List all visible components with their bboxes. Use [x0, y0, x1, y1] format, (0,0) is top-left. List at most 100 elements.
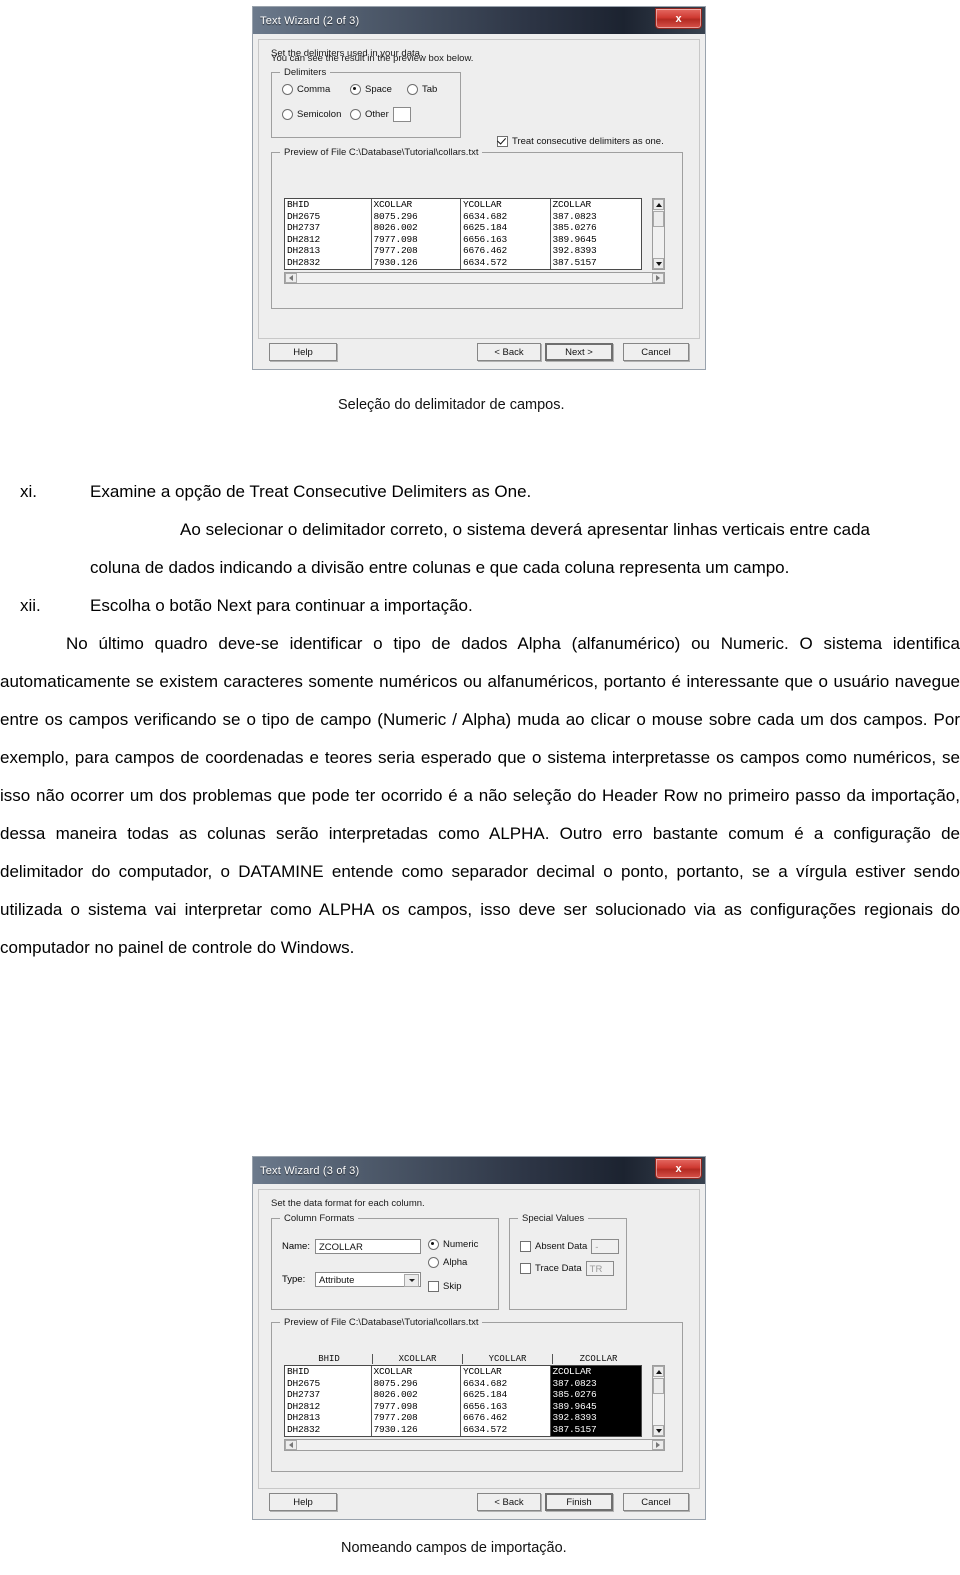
- scroll-down-icon[interactable]: [653, 1425, 664, 1436]
- back-button[interactable]: < Back: [477, 1493, 541, 1511]
- cancel-button[interactable]: Cancel: [623, 1493, 689, 1511]
- delimiters-group-label: Delimiters: [280, 67, 331, 78]
- grid-cell: 387.5157: [552, 256, 597, 268]
- checkbox-absent-data-icon[interactable]: [520, 1241, 531, 1252]
- grid-col-ycollar[interactable]: YCOLLAR 6634.682 6625.184 6656.163 6676.…: [460, 199, 550, 269]
- radio-other[interactable]: Other: [350, 107, 411, 122]
- column-header-zcollar[interactable]: ZCOLLAR: [552, 1354, 644, 1364]
- horizontal-scrollbar-track[interactable]: [284, 1439, 665, 1451]
- chevron-down-icon[interactable]: [404, 1274, 419, 1287]
- special-values-group-label: Special Values: [518, 1213, 589, 1224]
- grid-header-cell: ZCOLLAR: [552, 1366, 592, 1377]
- treat-consecutive-delimiters-checkbox[interactable]: Treat consecutive delimiters as one.: [497, 136, 664, 147]
- paragraph-final: No último quadro deve-se identificar o t…: [0, 634, 960, 957]
- column-type-select[interactable]: Attribute: [315, 1272, 421, 1287]
- radio-alpha-label: Alpha: [443, 1257, 468, 1268]
- grid-col-bhid[interactable]: BHID DH2675 DH2737 DH2812 DH2813 DH2832: [285, 1366, 371, 1436]
- text-wizard-3-of-3-dialog[interactable]: Text Wizard (3 of 3) x Set the data form…: [252, 1156, 706, 1520]
- grid-col-ycollar[interactable]: YCOLLAR 6634.682 6625.184 6656.163 6676.…: [460, 1366, 550, 1436]
- scroll-up-icon[interactable]: [653, 1366, 664, 1377]
- preview-horizontal-scrollbar-2[interactable]: [284, 1439, 665, 1451]
- preview-group-2: Preview of File C:\Database\Tutorial\col…: [271, 1317, 683, 1472]
- help-button[interactable]: Help: [269, 1493, 337, 1511]
- column-name-input[interactable]: ZCOLLAR: [315, 1239, 421, 1254]
- back-button[interactable]: < Back: [477, 343, 541, 361]
- help-button[interactable]: Help: [269, 343, 337, 361]
- column-header-bhid[interactable]: BHID: [286, 1354, 372, 1364]
- dialog2-body: Set the data format for each column. Col…: [253, 1184, 705, 1519]
- dialog1-title: Text Wizard (2 of 3): [260, 14, 360, 27]
- horizontal-scrollbar-track[interactable]: [284, 272, 665, 284]
- grid-col-zcollar-selected[interactable]: ZCOLLAR 387.0823 385.0276 389.9645 392.8…: [549, 1366, 641, 1436]
- scroll-left-icon[interactable]: [285, 273, 297, 283]
- radio-comma-icon[interactable]: [282, 84, 293, 95]
- radio-space[interactable]: Space: [350, 84, 407, 95]
- checkbox-trace-data-icon[interactable]: [520, 1263, 531, 1274]
- absent-data-input[interactable]: -: [591, 1239, 620, 1254]
- other-delimiter-input[interactable]: [392, 107, 411, 122]
- scroll-down-icon[interactable]: [653, 258, 664, 269]
- preview-horizontal-scrollbar-1[interactable]: [284, 272, 665, 284]
- grid-header-cell: YCOLLAR: [463, 1366, 502, 1377]
- grid-header-cell: XCOLLAR: [373, 199, 413, 210]
- dialog2-title: Text Wizard (3 of 3): [260, 1164, 360, 1177]
- preview-grid-2[interactable]: BHID XCOLLAR YCOLLAR ZCOLLAR BHID DH2675…: [284, 1354, 672, 1451]
- close-icon[interactable]: x: [655, 1158, 702, 1179]
- grid-cell: 8026.002: [373, 222, 418, 234]
- preview-column-header-row[interactable]: BHID XCOLLAR YCOLLAR ZCOLLAR: [284, 1354, 644, 1364]
- radio-alpha[interactable]: Alpha: [428, 1257, 467, 1268]
- close-icon[interactable]: x: [655, 8, 702, 29]
- scrollbar-thumb[interactable]: [653, 211, 664, 227]
- grid-col-zcollar[interactable]: ZCOLLAR 387.0823 385.0276 389.9645 392.8…: [549, 199, 641, 269]
- scrollbar-thumb[interactable]: [653, 1378, 664, 1394]
- radio-semicolon[interactable]: Semicolon: [282, 109, 350, 120]
- radio-alpha-icon[interactable]: [428, 1257, 439, 1268]
- text-wizard-2-of-3-dialog[interactable]: Text Wizard (2 of 3) x Set the delimiter…: [252, 6, 706, 370]
- radio-space-icon[interactable]: [350, 84, 361, 95]
- scroll-up-icon[interactable]: [653, 199, 664, 210]
- cancel-button[interactable]: Cancel: [623, 343, 689, 361]
- preview-vertical-scrollbar-1[interactable]: [652, 198, 665, 270]
- special-values-group: Special Values Absent Data - Trace Data: [509, 1213, 627, 1310]
- scroll-right-icon[interactable]: [652, 1440, 664, 1450]
- grid-cell: 385.0276: [552, 1389, 597, 1401]
- column-header-ycollar[interactable]: YCOLLAR: [462, 1354, 552, 1364]
- list-text-xi: Examine a opção de Treat Consecutive Del…: [90, 482, 532, 501]
- finish-button[interactable]: Finish: [545, 1493, 613, 1511]
- name-label: Name:: [282, 1241, 310, 1252]
- checkbox-skip[interactable]: Skip: [428, 1281, 461, 1292]
- radio-numeric[interactable]: Numeric: [428, 1239, 478, 1250]
- checkbox-icon[interactable]: [497, 136, 508, 147]
- grid-col-xcollar[interactable]: XCOLLAR 8075.296 8026.002 7977.098 7977.…: [370, 199, 461, 269]
- radio-semicolon-icon[interactable]: [282, 109, 293, 120]
- radio-tab[interactable]: Tab: [407, 84, 437, 95]
- radio-numeric-icon[interactable]: [428, 1239, 439, 1250]
- radio-tab-icon[interactable]: [407, 84, 418, 95]
- dialog1-titlebar[interactable]: Text Wizard (2 of 3) x: [253, 7, 705, 35]
- dialog2-inner-panel: Set the data format for each column. Col…: [258, 1189, 700, 1489]
- grid-cell: DH2812: [287, 1400, 321, 1412]
- preview-vertical-scrollbar-2[interactable]: [652, 1365, 665, 1437]
- checkbox-trace-data[interactable]: Trace Data: [520, 1263, 582, 1274]
- trace-data-input[interactable]: TR: [585, 1261, 614, 1276]
- grid-col-xcollar[interactable]: XCOLLAR 8075.296 8026.002 7977.098 7977.…: [370, 1366, 461, 1436]
- grid-cell: DH2812: [287, 233, 321, 245]
- scroll-right-icon[interactable]: [652, 273, 664, 283]
- preview-grid-1-body[interactable]: BHID DH2675 DH2737 DH2812 DH2813 DH2832 …: [284, 198, 642, 270]
- checkbox-skip-icon[interactable]: [428, 1281, 439, 1292]
- grid-cell: 6625.184: [463, 222, 508, 234]
- grid-cell: 6634.572: [463, 1423, 508, 1435]
- next-button[interactable]: Next >: [545, 343, 613, 361]
- checkbox-absent-data[interactable]: Absent Data: [520, 1241, 587, 1252]
- preview-grid-1[interactable]: BHID DH2675 DH2737 DH2812 DH2813 DH2832 …: [284, 198, 672, 284]
- grid-col-bhid[interactable]: BHID DH2675 DH2737 DH2812 DH2813 DH2832: [285, 199, 371, 269]
- radio-comma[interactable]: Comma: [282, 84, 350, 95]
- column-header-xcollar[interactable]: XCOLLAR: [372, 1354, 462, 1364]
- checkbox-absent-data-label: Absent Data: [535, 1241, 588, 1252]
- grid-cell: 392.8393: [552, 245, 597, 257]
- scroll-left-icon[interactable]: [285, 1440, 297, 1450]
- dialog2-titlebar[interactable]: Text Wizard (3 of 3) x: [253, 1157, 705, 1185]
- radio-other-icon[interactable]: [350, 109, 361, 120]
- preview-grid-2-body[interactable]: BHID DH2675 DH2737 DH2812 DH2813 DH2832 …: [284, 1365, 642, 1437]
- radio-comma-label: Comma: [297, 84, 331, 95]
